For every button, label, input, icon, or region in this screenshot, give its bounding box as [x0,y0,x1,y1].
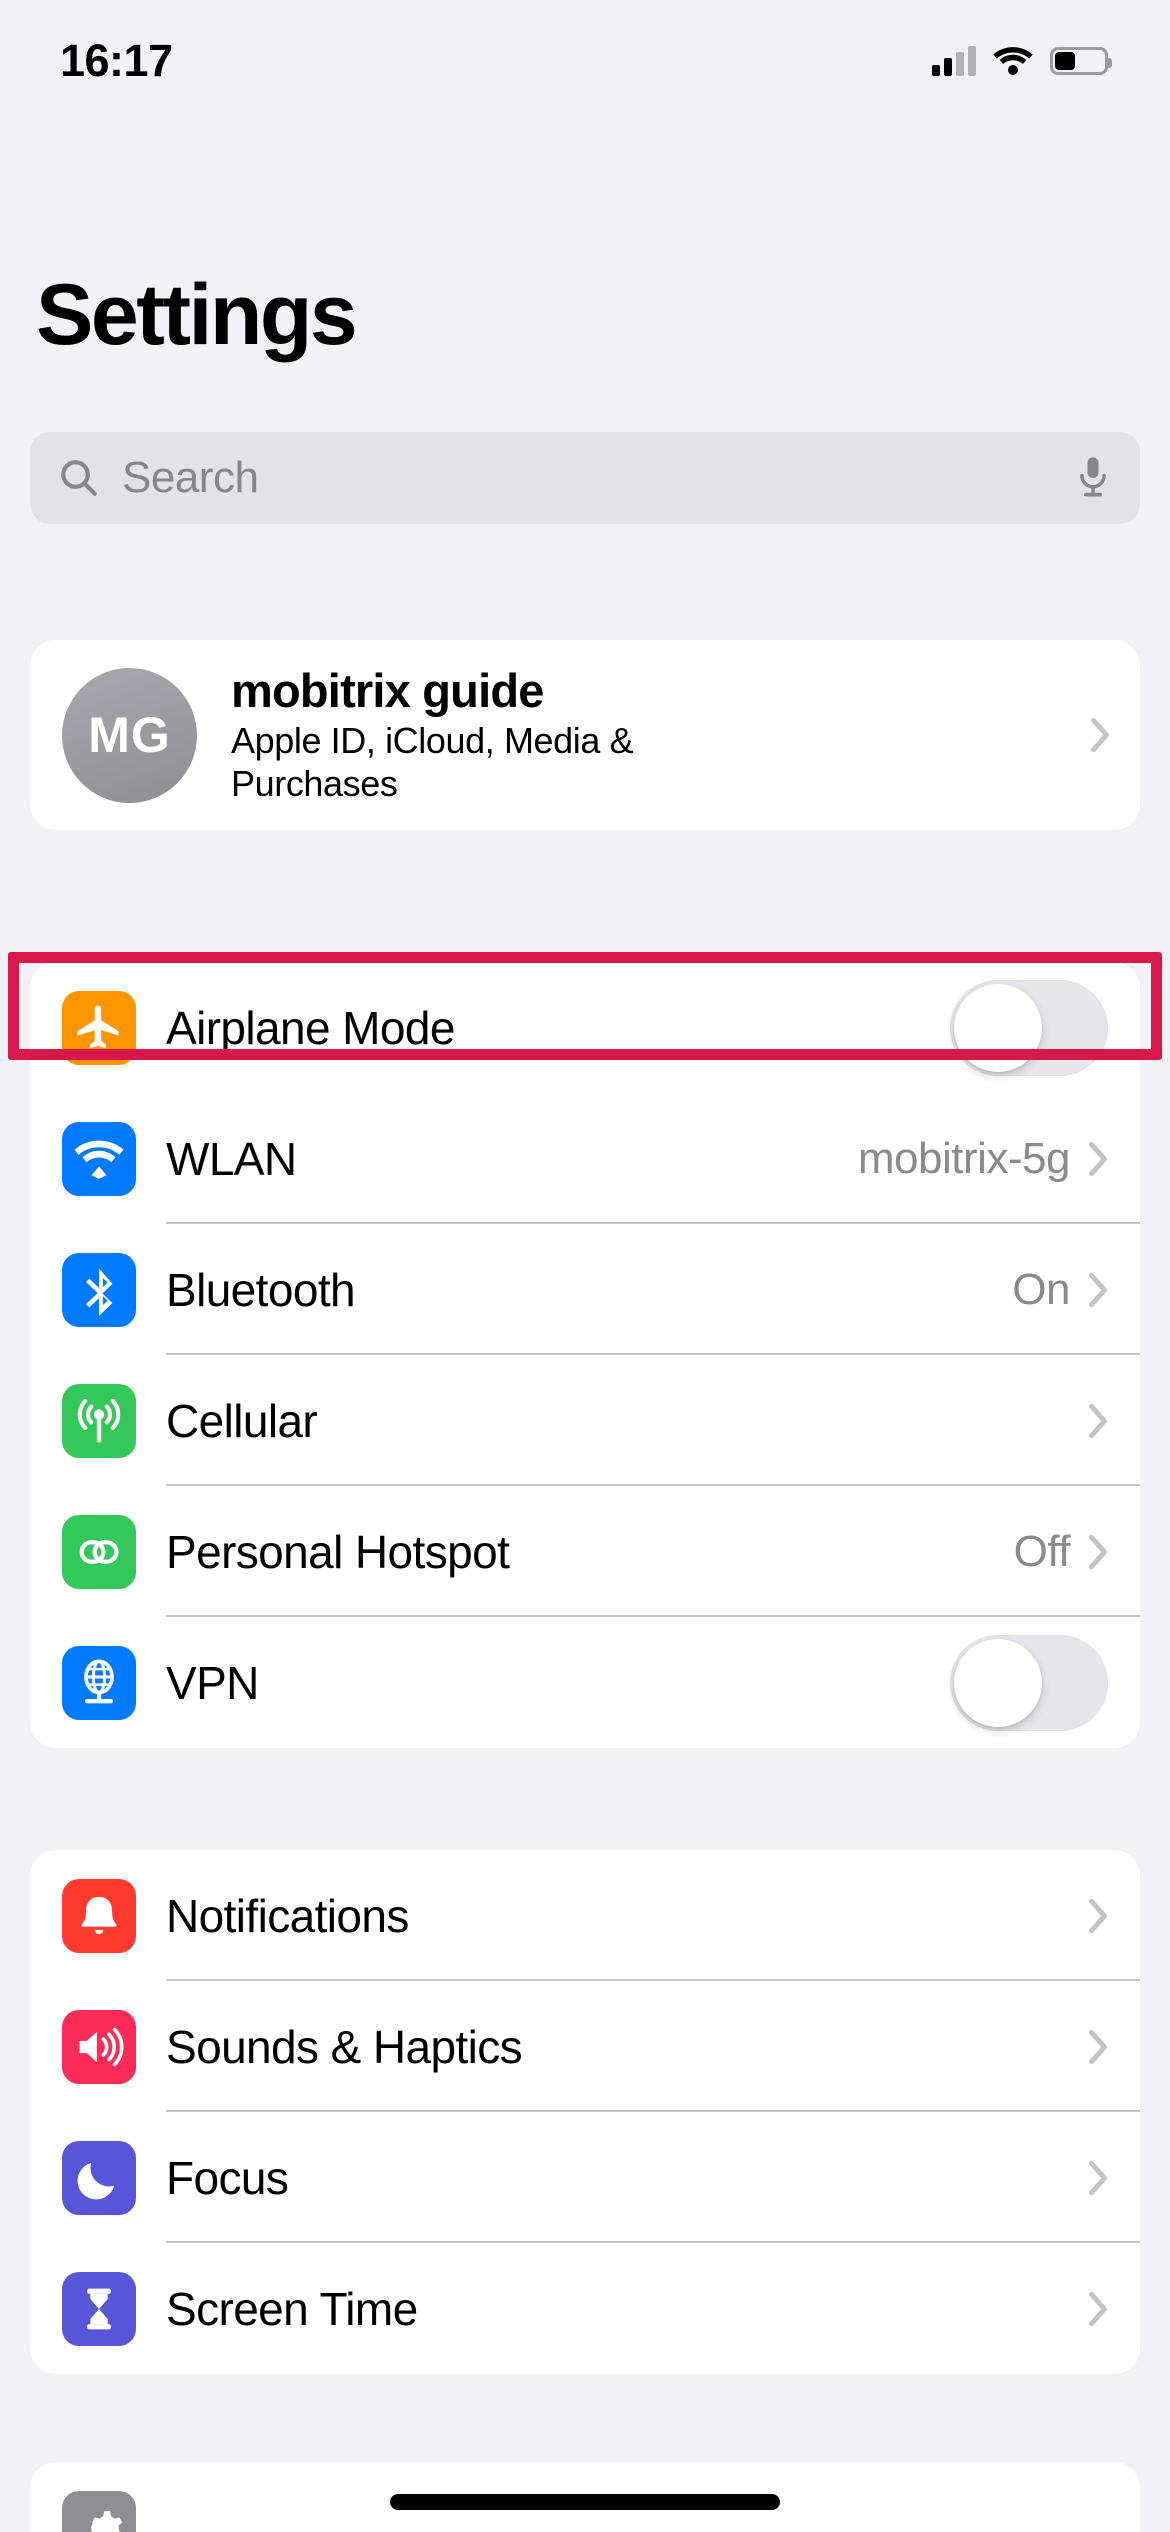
settings-row-sounds-haptics[interactable]: Sounds & Haptics [30,1981,1140,2112]
airplane-mode-card: Airplane Mode [30,962,1140,1093]
microphone-icon[interactable] [1074,453,1112,503]
bluetooth-icon [62,1252,136,1327]
settings-row-label: Sounds & Haptics [166,2020,523,2073]
chevron-right-icon [1088,2291,1108,2327]
settings-row-personal-hotspot[interactable]: Personal Hotspot Off [30,1486,1140,1617]
settings-row-label: Screen Time [166,2282,418,2335]
search-icon [61,460,97,496]
page-title: Settings [36,267,358,363]
airplane-icon [62,990,136,1065]
apps-settings-card: Notifications Sounds & Haptics Focus Scr… [30,1850,1140,2374]
chevron-right-icon [1088,1141,1108,1177]
chevron-right-icon [1088,2029,1108,2065]
status-bar: 16:17 [0,0,1170,100]
settings-row-cellular[interactable]: Cellular [30,1355,1140,1486]
vpn-toggle[interactable] [950,1634,1108,1731]
apple-id-profile-card[interactable]: MG mobitrix guide Apple ID, iCloud, Medi… [30,640,1140,830]
settings-row-bluetooth[interactable]: Bluetooth On [30,1224,1140,1355]
chevron-right-icon [1088,2160,1108,2196]
speaker-icon [62,2009,136,2084]
settings-row-value: mobitrix-5g [857,1133,1071,1183]
settings-row-label: Personal Hotspot [166,1525,510,1578]
chevron-right-icon [1088,1534,1108,1570]
settings-row-label: WLAN [166,1132,297,1185]
search-input[interactable]: Search [30,432,1140,524]
settings-row-focus[interactable]: Focus [30,2112,1140,2243]
chevron-right-icon [1088,1898,1108,1934]
airplane-mode-toggle[interactable] [950,979,1108,1076]
hotspot-link-icon [62,1514,136,1589]
chevron-right-icon [1088,1403,1108,1439]
settings-row-airplane-mode[interactable]: Airplane Mode [30,962,1140,1093]
settings-row-label: Cellular [166,1394,318,1447]
wifi-icon [62,1121,136,1196]
wifi-icon [993,47,1033,75]
vpn-globe-icon [62,1645,136,1720]
settings-row-value: On [1012,1264,1070,1314]
bell-icon [62,1878,136,1953]
search-placeholder: Search [122,453,259,502]
avatar: MG [62,667,197,803]
connectivity-card: WLAN mobitrix-5g Bluetooth On Cellular P… [30,1093,1140,1748]
settings-row-label: Notifications [166,1889,409,1942]
settings-row-label: Airplane Mode [166,1001,455,1054]
settings-row-label: Focus [166,2151,289,2204]
settings-row-value: Off [1013,1526,1071,1576]
chevron-right-icon [1090,717,1110,753]
chevron-right-icon [1088,1272,1108,1308]
gear-icon [62,2490,136,2532]
status-bar-time: 16:17 [60,35,173,86]
settings-row-vpn[interactable]: VPN [30,1617,1140,1748]
home-indicator[interactable] [390,2494,780,2510]
profile-name: mobitrix guide [231,663,544,717]
cellular-signal-icon [932,46,976,76]
settings-row-label: Bluetooth [166,1263,356,1316]
settings-row-label: VPN [166,1656,259,1709]
hourglass-icon [62,2271,136,2346]
settings-row-notifications[interactable]: Notifications [30,1850,1140,1981]
settings-row-screen-time[interactable]: Screen Time [30,2243,1140,2374]
status-bar-indicators [932,46,1112,76]
profile-subtitle: Apple ID, iCloud, Media & Purchases [231,720,634,804]
moon-icon [62,2140,136,2215]
cellular-antenna-icon [62,1383,136,1458]
settings-row-wlan[interactable]: WLAN mobitrix-5g [30,1093,1140,1224]
settings-screen: 16:17 Settings Search MG mobitrix guide … [0,0,1170,2532]
battery-icon [1050,47,1112,75]
